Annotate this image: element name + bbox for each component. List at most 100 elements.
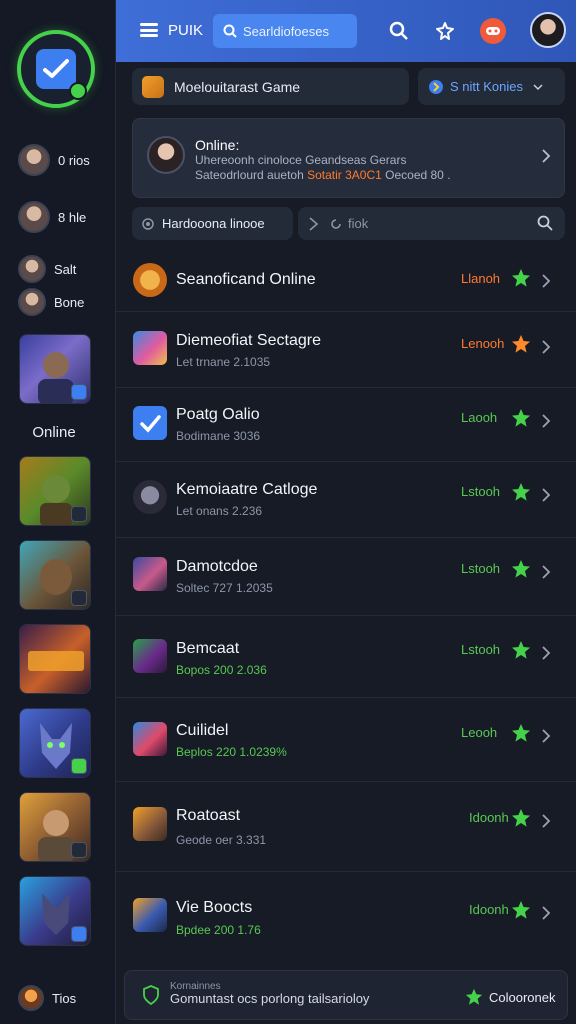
game-subtitle: Bpdee 200 1.76 bbox=[176, 923, 261, 937]
game-row[interactable]: Bemcaat Bopos 200 2.036 Lstooh bbox=[116, 616, 576, 698]
game-row[interactable]: Seanoficand Online Llanoh bbox=[116, 250, 576, 312]
chevron-right-icon bbox=[542, 149, 551, 163]
sidebar-contact-2[interactable]: 8 hle bbox=[18, 201, 86, 233]
star-icon[interactable] bbox=[511, 559, 531, 579]
game-title: Roatoast bbox=[176, 807, 241, 824]
sidebar: 0 rios 8 hle Salt Bone Online Tios bbox=[0, 0, 116, 1024]
game-row[interactable]: Diemeofiat Sectagre Let trnane 2.1035 Le… bbox=[116, 312, 576, 388]
search-input[interactable] bbox=[243, 23, 353, 39]
sidebar-game-tile[interactable] bbox=[19, 624, 91, 694]
featured-meta-suffix: Oecoed 80 . bbox=[381, 168, 451, 182]
radio-dot-icon bbox=[142, 217, 154, 230]
star-icon[interactable] bbox=[511, 808, 531, 828]
game-subtitle: Beplos 220 1.0239% bbox=[176, 745, 287, 759]
sidebar-game-tile[interactable] bbox=[19, 456, 91, 526]
game-subtitle: Bodimane 3036 bbox=[176, 429, 261, 443]
game-row[interactable]: Vie Boocts Bpdee 200 1.76 Idoonh bbox=[116, 872, 576, 962]
game-icon bbox=[133, 480, 167, 514]
sidebar-contact-1[interactable]: 0 rios bbox=[18, 144, 90, 176]
game-badge-icon[interactable] bbox=[480, 18, 506, 44]
tile-badge-icon bbox=[71, 926, 87, 942]
star-icon[interactable] bbox=[511, 900, 531, 920]
list-search-placeholder: fiok bbox=[348, 216, 369, 231]
search-icon[interactable] bbox=[537, 215, 553, 231]
game-subtitle: Let onans 2.236 bbox=[176, 504, 263, 518]
category-dropdown[interactable]: Moelouitarast Game bbox=[132, 68, 409, 105]
top-bar: PUIK bbox=[116, 0, 576, 62]
game-subtitle: Bopos 200 2.036 bbox=[176, 663, 267, 677]
mode-dropdown[interactable]: S nitt Konies bbox=[418, 68, 565, 105]
star-icon[interactable] bbox=[511, 723, 531, 743]
game-status: Leooh bbox=[461, 725, 498, 740]
game-status: Llanoh bbox=[461, 271, 501, 286]
sidebar-contact-label: 0 rios bbox=[58, 152, 90, 168]
app-logo-button[interactable] bbox=[17, 30, 95, 108]
game-title: Diemeofiat Sectagre bbox=[176, 332, 321, 349]
sidebar-game-tile[interactable] bbox=[19, 334, 91, 404]
sidebar-footer-item[interactable]: Tios bbox=[18, 985, 76, 1011]
chevron-right-icon bbox=[542, 729, 551, 743]
chevron-right-icon bbox=[542, 565, 551, 579]
featured-meta: Sateodrlourd auetoh Sotatir 3A0C1 Oecoed… bbox=[195, 168, 451, 182]
refresh-icon bbox=[331, 218, 341, 229]
tile-badge-icon bbox=[71, 758, 87, 774]
star-icon[interactable] bbox=[511, 408, 531, 428]
game-title: Damotcdoe bbox=[176, 558, 258, 575]
avatar bbox=[18, 985, 44, 1011]
online-badge-icon bbox=[69, 82, 87, 100]
online-section-label: Online bbox=[32, 424, 76, 441]
chevron-right-icon bbox=[542, 814, 551, 828]
avatar bbox=[18, 255, 46, 283]
sidebar-game-tile[interactable] bbox=[19, 876, 91, 946]
game-status: Lstooh bbox=[461, 484, 501, 499]
chevron-right-icon bbox=[542, 488, 551, 502]
puzzle-icon[interactable] bbox=[432, 18, 458, 44]
game-row[interactable]: Damotcdoe Soltec 727 1.2035 Lstooh bbox=[116, 538, 576, 616]
sidebar-contact-3[interactable]: Salt bbox=[18, 255, 76, 283]
sidebar-game-tile[interactable] bbox=[19, 708, 91, 778]
game-status: Lstooh bbox=[461, 561, 501, 576]
sidebar-contact-label: Bone bbox=[54, 294, 85, 310]
sidebar-contact-label: 8 hle bbox=[58, 209, 87, 225]
chevron-right-icon bbox=[309, 216, 319, 231]
star-icon[interactable] bbox=[511, 482, 531, 502]
game-status: Idoonh bbox=[469, 810, 509, 825]
chevron-right-icon bbox=[542, 414, 551, 428]
game-row[interactable]: Cuilidel Beplos 220 1.0239% Leooh bbox=[116, 698, 576, 782]
featured-meta-highlight: Sotatir 3A0C1 bbox=[307, 168, 382, 182]
search-icon bbox=[223, 24, 237, 38]
game-status: Laooh bbox=[461, 410, 498, 425]
chevron-right-icon bbox=[542, 646, 551, 660]
avatar bbox=[18, 201, 50, 233]
sidebar-game-tile[interactable] bbox=[19, 540, 91, 610]
user-avatar[interactable] bbox=[530, 12, 566, 48]
star-icon[interactable] bbox=[511, 268, 531, 288]
star-icon[interactable] bbox=[511, 334, 531, 354]
bottom-bar-action-label: Colooronek bbox=[489, 989, 556, 1005]
chevron-right-icon bbox=[542, 906, 551, 920]
game-row[interactable]: Roatoast Geode oer 3.331 Idoonh bbox=[116, 782, 576, 872]
sidebar-game-tile[interactable] bbox=[19, 792, 91, 862]
search-icon[interactable] bbox=[386, 18, 412, 44]
star-icon[interactable] bbox=[511, 640, 531, 660]
game-row[interactable]: Kemoiaatre Catloge Let onans 2.236 Lstoo… bbox=[116, 462, 576, 538]
game-subtitle: Soltec 727 1.2035 bbox=[176, 581, 273, 595]
list-search-bar[interactable]: fiok bbox=[298, 207, 565, 240]
chevron-right-icon bbox=[542, 340, 551, 354]
secondary-filter-chip[interactable]: Hardooona linooe bbox=[132, 207, 293, 240]
chevron-down-icon bbox=[533, 83, 543, 90]
featured-card[interactable]: Online: Uhereoonh cinoloce Geandseas Ger… bbox=[132, 118, 565, 198]
tile-badge-icon bbox=[71, 842, 87, 858]
bottom-bar-action[interactable]: Colooronek bbox=[465, 988, 556, 1006]
game-row[interactable]: Poatg Oalio Bodimane 3036 Laooh bbox=[116, 388, 576, 462]
menu-icon[interactable] bbox=[140, 23, 158, 37]
mode-icon bbox=[429, 79, 443, 94]
sidebar-contact-4[interactable]: Bone bbox=[18, 288, 84, 316]
controller-badge-icon bbox=[71, 384, 87, 400]
tile-badge-icon bbox=[71, 506, 87, 522]
game-icon bbox=[133, 406, 167, 440]
tile-badge-icon bbox=[71, 590, 87, 606]
shield-icon bbox=[143, 985, 159, 1005]
game-status: Lstooh bbox=[461, 642, 501, 657]
game-icon bbox=[133, 722, 167, 756]
